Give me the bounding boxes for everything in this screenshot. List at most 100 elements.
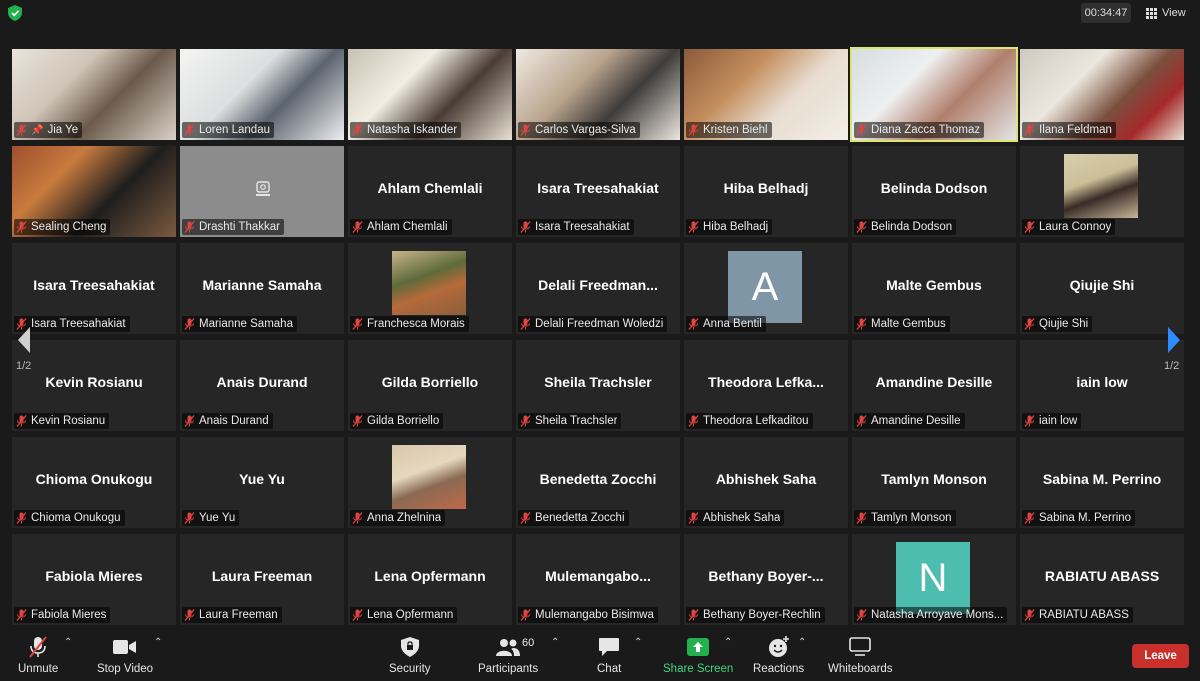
participant-tile[interactable]: Yue Yu Yue Yu <box>180 437 344 528</box>
participant-name: Jia Ye <box>47 124 79 136</box>
profile-picture <box>1064 154 1138 218</box>
participant-tile[interactable]: Anais Durand Anais Durand <box>180 340 344 431</box>
participant-tile[interactable]: Ahlam Chemlali Ahlam Chemlali <box>348 146 512 237</box>
participant-display-name: Ahlam Chemlali <box>377 180 483 196</box>
page-indicator-left: 1/2 <box>16 360 32 372</box>
participant-name-label: Marianne Samaha <box>182 316 297 332</box>
participant-tile[interactable]: Sheila Trachsler Sheila Trachsler <box>516 340 680 431</box>
participant-name-label: iain low <box>1022 413 1082 429</box>
participant-name-label: Diana Zacca Thomaz <box>854 122 985 138</box>
participant-tile[interactable]: Marianne Samaha Marianne Samaha <box>180 243 344 334</box>
meeting-timer: 00:34:47 <box>1081 3 1131 23</box>
participant-tile[interactable]: Franchesca Morais <box>348 243 512 334</box>
participant-tile[interactable]: Benedetta Zocchi Benedetta Zocchi <box>516 437 680 528</box>
muted-mic-icon <box>856 609 867 621</box>
muted-mic-icon <box>1024 512 1035 524</box>
participant-tile[interactable]: A Anna Bentil <box>684 243 848 334</box>
participant-tile[interactable]: Laura Connoy <box>1020 146 1184 237</box>
participant-tile[interactable]: Chioma Onukogu Chioma Onukogu <box>12 437 176 528</box>
view-button[interactable]: View <box>1146 3 1186 23</box>
participant-tile[interactable]: RABIATU ABASS RABIATU ABASS <box>1020 534 1184 625</box>
whiteboard-icon <box>849 637 872 656</box>
chat-options-chevron-icon[interactable]: ⌃ <box>634 637 642 648</box>
participant-name: Loren Landau <box>199 124 270 136</box>
muted-mic-icon <box>352 609 363 621</box>
participant-tile[interactable]: Kristen Biehl <box>684 49 848 140</box>
participant-tile[interactable]: Bethany Boyer-... Bethany Boyer-Rechlin <box>684 534 848 625</box>
reactions-options-chevron-icon[interactable]: ⌃ <box>798 637 806 648</box>
participant-display-name: Mulemangabo... <box>545 568 651 584</box>
chat-button[interactable]: Chat <box>597 635 621 675</box>
participant-tile[interactable]: Carlos Vargas-Silva <box>516 49 680 140</box>
participant-name-label: Kristen Biehl <box>686 122 772 138</box>
participant-tile[interactable]: Gilda Borriello Gilda Borriello <box>348 340 512 431</box>
participants-options-chevron-icon[interactable]: ⌃ <box>551 637 559 648</box>
participant-tile[interactable]: Drashti Thakkar <box>180 146 344 237</box>
reactions-button[interactable]: Reactions <box>753 635 804 675</box>
participant-tile[interactable]: Mulemangabo... Mulemangabo Bisimwa <box>516 534 680 625</box>
participant-tile[interactable]: Loren Landau <box>180 49 344 140</box>
participant-tile[interactable]: Fabiola Mieres Fabiola Mieres <box>12 534 176 625</box>
audio-options-chevron-icon[interactable]: ⌃ <box>64 637 72 648</box>
muted-mic-icon <box>184 221 195 233</box>
participant-name-label: Laura Connoy <box>1022 219 1116 235</box>
participant-tile[interactable]: Theodora Lefka... Theodora Lefkaditou <box>684 340 848 431</box>
participant-tile[interactable]: Abhishek Saha Abhishek Saha <box>684 437 848 528</box>
encryption-shield-icon[interactable] <box>8 5 22 21</box>
participant-tile[interactable]: Amandine Desille Amandine Desille <box>852 340 1016 431</box>
security-shield-icon <box>400 637 419 657</box>
participant-tile[interactable]: Anna Zhelnina <box>348 437 512 528</box>
muted-mic-icon <box>688 124 699 136</box>
muted-mic-icon <box>1024 124 1035 136</box>
participant-name: Belinda Dodson <box>871 221 953 233</box>
muted-mic-icon <box>352 124 363 136</box>
muted-mic-icon <box>352 221 363 233</box>
participant-name: Benedetta Zocchi <box>535 512 625 524</box>
participant-name-label: Natasha Iskander <box>350 122 462 138</box>
video-options-chevron-icon[interactable]: ⌃ <box>154 637 162 648</box>
security-button[interactable]: Security <box>389 635 431 675</box>
participant-name: Bethany Boyer-Rechlin <box>703 609 821 621</box>
participant-tile[interactable]: Diana Zacca Thomaz <box>850 47 1018 142</box>
participant-tile[interactable]: Hiba Belhadj Hiba Belhadj <box>684 146 848 237</box>
participant-tile[interactable]: Sealing Cheng <box>12 146 176 237</box>
participant-name-label: Amandine Desille <box>854 413 965 429</box>
participant-display-name: Belinda Dodson <box>880 180 988 196</box>
participant-tile[interactable]: Delali Freedman... Delali Freedman Woledz… <box>516 243 680 334</box>
muted-mic-icon <box>352 512 363 524</box>
participant-count-badge: 60 <box>522 637 535 649</box>
participant-display-name: Theodora Lefka... <box>708 374 824 390</box>
participant-tile[interactable]: Malte Gembus Malte Gembus <box>852 243 1016 334</box>
participant-display-name: Sheila Trachsler <box>544 374 652 390</box>
share-screen-button[interactable]: Share Screen <box>663 635 733 675</box>
muted-mic-icon <box>352 415 363 427</box>
participant-tile[interactable]: Laura Freeman Laura Freeman <box>180 534 344 625</box>
muted-mic-icon <box>184 415 195 427</box>
muted-mic-icon <box>520 221 531 233</box>
whiteboards-button[interactable]: Whiteboards <box>828 635 893 675</box>
participant-tile[interactable]: Belinda Dodson Belinda Dodson <box>852 146 1016 237</box>
share-options-chevron-icon[interactable]: ⌃ <box>724 637 732 648</box>
participant-tile[interactable]: Sabina M. Perrino Sabina M. Perrino <box>1020 437 1184 528</box>
participant-tile[interactable]: 📌 Jia Ye <box>12 49 176 140</box>
profile-picture <box>392 445 466 509</box>
participant-tile[interactable]: Tamlyn Monson Tamlyn Monson <box>852 437 1016 528</box>
participant-tile[interactable]: Isara Treesahakiat Isara Treesahakiat <box>516 146 680 237</box>
participant-tile[interactable]: Natasha Iskander <box>348 49 512 140</box>
participant-display-name: Isara Treesahakiat <box>33 277 155 293</box>
stop-video-button[interactable]: Stop Video <box>97 635 153 675</box>
participant-tile[interactable]: Lena Opfermann Lena Opfermann <box>348 534 512 625</box>
muted-mic-icon <box>688 415 699 427</box>
leave-button[interactable]: Leave <box>1132 644 1189 668</box>
participant-name-label: Carlos Vargas-Silva <box>518 122 640 138</box>
participant-display-name: Qiujie Shi <box>1069 277 1135 293</box>
participant-display-name: RABIATU ABASS <box>1044 568 1160 584</box>
participant-name-label: RABIATU ABASS <box>1022 607 1133 623</box>
share-screen-arrow-icon <box>687 638 710 656</box>
unmute-button[interactable]: Unmute <box>18 635 58 675</box>
participant-tile[interactable]: N Natasha Arroyave Mons... <box>852 534 1016 625</box>
participant-name-label: Natasha Arroyave Mons... <box>854 607 1008 623</box>
participant-name-label: Delali Freedman Woledzi <box>518 316 668 332</box>
reactions-smiley-icon <box>768 636 789 657</box>
participant-tile[interactable]: Ilana Feldman <box>1020 49 1184 140</box>
